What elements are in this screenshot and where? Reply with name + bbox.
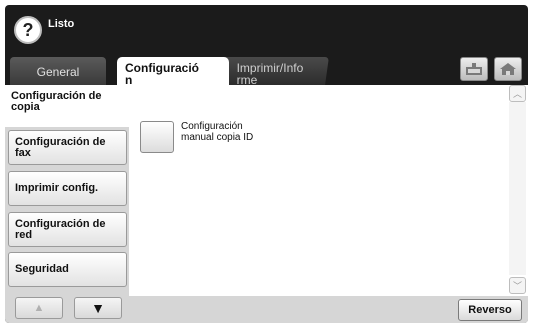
sidebar-item-label: Configuración de copia bbox=[11, 90, 102, 113]
question-mark-icon: ? bbox=[22, 19, 34, 40]
tray-icon bbox=[466, 63, 482, 75]
tab-configuration-label: Configuració n bbox=[125, 61, 199, 87]
sidebar: Configuración de copia Configuración de … bbox=[5, 85, 131, 323]
content-area: Configuración de copia Configuración de … bbox=[5, 85, 528, 323]
sidebar-item-label: Imprimir config. bbox=[15, 182, 99, 194]
sidebar-item-label: Configuración de red bbox=[15, 217, 106, 241]
id-copy-manual-label[interactable]: Configuración manual copia ID bbox=[181, 121, 253, 143]
home-button[interactable] bbox=[494, 57, 522, 81]
device-screen: ? Listo General Imprimir/Info rme Config… bbox=[5, 5, 528, 323]
id-copy-manual-button[interactable] bbox=[140, 121, 174, 153]
tab-print-report[interactable]: Imprimir/Info rme bbox=[217, 57, 329, 87]
sidebar-up-button[interactable]: ▲ bbox=[15, 297, 63, 319]
scroll-track[interactable] bbox=[509, 102, 526, 275]
sidebar-item-network-settings[interactable]: Configuración de red bbox=[8, 212, 127, 247]
scroll-up-button[interactable]: ︿ bbox=[509, 85, 526, 102]
chevron-up-icon: ︿ bbox=[512, 89, 522, 99]
chevron-down-icon: ▼ bbox=[91, 300, 105, 316]
tab-configuration[interactable]: Configuració n bbox=[117, 57, 229, 87]
help-button[interactable]: ? bbox=[14, 16, 42, 44]
tab-general-label: General bbox=[36, 65, 80, 79]
bottom-bar: Reverso bbox=[129, 296, 528, 323]
scrollbar[interactable]: ︿ ﹀ bbox=[507, 85, 528, 296]
chevron-down-icon: ﹀ bbox=[512, 281, 522, 291]
tab-general[interactable]: General bbox=[10, 57, 106, 85]
scroll-down-button[interactable]: ﹀ bbox=[509, 277, 526, 294]
options-panel: Configuración manual copia ID bbox=[129, 85, 507, 296]
sidebar-item-print-config[interactable]: Imprimir config. bbox=[8, 171, 127, 206]
sidebar-item-security[interactable]: Seguridad bbox=[8, 252, 127, 287]
chevron-up-icon: ▲ bbox=[33, 302, 45, 314]
sidebar-item-label: Seguridad bbox=[15, 263, 69, 275]
home-icon bbox=[500, 63, 516, 75]
sidebar-item-label: Configuración de fax bbox=[15, 135, 106, 159]
status-text: Listo bbox=[48, 18, 75, 30]
reverse-button[interactable]: Reverso bbox=[458, 299, 522, 321]
sidebar-down-button[interactable]: ▼ bbox=[74, 297, 122, 319]
tab-print-report-label: Imprimir/Info rme bbox=[236, 61, 304, 87]
reverse-button-label: Reverso bbox=[468, 304, 512, 316]
sidebar-item-copy-settings[interactable]: Configuración de copia bbox=[5, 85, 131, 127]
sidebar-item-fax-settings[interactable]: Configuración de fax bbox=[8, 130, 127, 165]
tray-button[interactable] bbox=[460, 57, 488, 81]
